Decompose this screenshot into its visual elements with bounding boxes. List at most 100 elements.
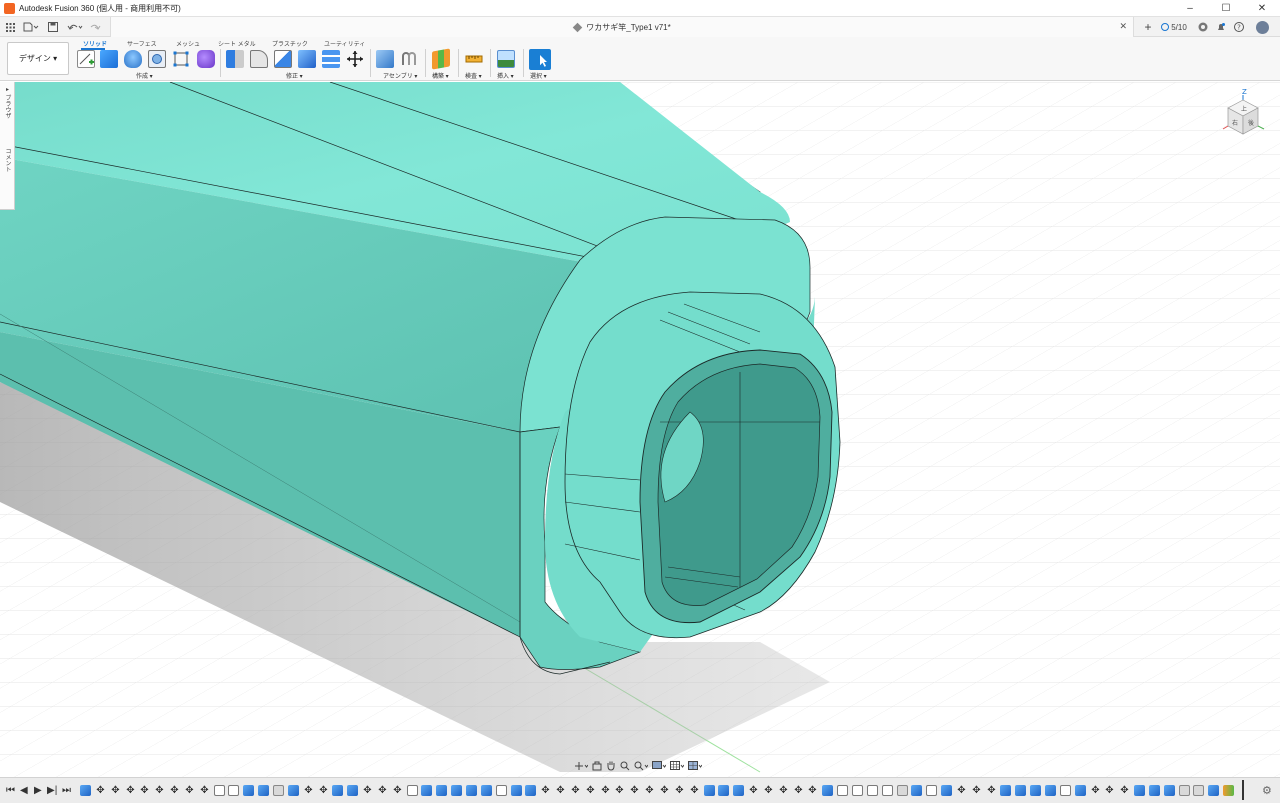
- move-feature-icon[interactable]: ✥: [659, 785, 670, 796]
- move-feature-icon[interactable]: ✥: [1104, 785, 1115, 796]
- extrude-feature-icon[interactable]: [332, 785, 343, 796]
- extrude-feature-icon[interactable]: [1134, 785, 1145, 796]
- grid-settings-icon[interactable]: [669, 760, 685, 771]
- extensions-icon[interactable]: [1196, 19, 1210, 35]
- move-feature-icon[interactable]: ✥: [986, 785, 997, 796]
- split-body-icon[interactable]: [322, 50, 340, 68]
- move-feature-icon[interactable]: ✥: [555, 785, 566, 796]
- sketch-feature-icon[interactable]: [852, 785, 863, 796]
- look-at-icon[interactable]: [591, 760, 603, 771]
- extrude-feature-icon[interactable]: [733, 785, 744, 796]
- tab-solid[interactable]: ソリッド: [83, 39, 107, 48]
- press-pull-icon[interactable]: [226, 50, 244, 68]
- tab-document[interactable]: ワカサギ竿_Type1 v71* ✕: [110, 17, 1134, 37]
- 3d-viewport[interactable]: [0, 82, 1280, 777]
- extrude-icon[interactable]: [100, 50, 118, 68]
- move-feature-icon[interactable]: ✥: [1090, 785, 1101, 796]
- mesh-vertices-icon[interactable]: [172, 50, 190, 68]
- move-feature-icon[interactable]: ✥: [540, 785, 551, 796]
- extrude-feature-icon[interactable]: [80, 785, 91, 796]
- tab-mesh[interactable]: メッシュ: [176, 39, 200, 48]
- move-feature-icon[interactable]: ✥: [169, 785, 180, 796]
- extrude-feature-icon[interactable]: [243, 785, 254, 796]
- browser-label[interactable]: ▸ ブラウザ: [3, 86, 12, 119]
- extrude-feature-icon[interactable]: [1164, 785, 1175, 796]
- close-button[interactable]: ✕: [1244, 0, 1280, 17]
- sketch-feature-icon[interactable]: [228, 785, 239, 796]
- move-feature-icon[interactable]: ✥: [392, 785, 403, 796]
- move-feature-icon[interactable]: ✥: [303, 785, 314, 796]
- move-feature-icon[interactable]: ✥: [600, 785, 611, 796]
- group-modify-label[interactable]: 修正 ▾: [286, 71, 303, 80]
- data-panel-grid-icon[interactable]: [4, 20, 16, 34]
- move-feature-icon[interactable]: ✥: [614, 785, 625, 796]
- extrude-feature-icon[interactable]: [941, 785, 952, 796]
- timeline-settings-gear-icon[interactable]: ⚙: [1262, 784, 1272, 797]
- save-icon[interactable]: [47, 20, 59, 34]
- fillet-icon[interactable]: [250, 50, 268, 68]
- timeline-marker[interactable]: [1242, 780, 1244, 800]
- extrude-feature-icon[interactable]: [911, 785, 922, 796]
- move-feature-icon[interactable]: ✥: [644, 785, 655, 796]
- sketch-feature-icon[interactable]: [407, 785, 418, 796]
- tab-plastic[interactable]: プラスチック: [272, 39, 308, 48]
- new-component-icon[interactable]: [376, 50, 394, 68]
- display-settings-icon[interactable]: [651, 760, 667, 771]
- move-feature-icon[interactable]: ✥: [763, 785, 774, 796]
- group-inspect-label[interactable]: 検査 ▾: [465, 71, 482, 80]
- extrude-feature-icon[interactable]: [511, 785, 522, 796]
- move-feature-icon[interactable]: ✥: [585, 785, 596, 796]
- extrude-feature-icon[interactable]: [1000, 785, 1011, 796]
- close-tab-icon[interactable]: ✕: [1119, 21, 1127, 32]
- new-tab-button[interactable]: +: [1140, 19, 1156, 35]
- extrude-feature-icon[interactable]: [1075, 785, 1086, 796]
- fit-icon[interactable]: [633, 760, 649, 771]
- move-feature-icon[interactable]: ✥: [110, 785, 121, 796]
- move-feature-icon[interactable]: ✥: [184, 785, 195, 796]
- user-avatar[interactable]: [1254, 19, 1270, 35]
- extrude-feature-icon[interactable]: [481, 785, 492, 796]
- create-sketch-icon[interactable]: [77, 50, 95, 68]
- sketch-feature-icon[interactable]: [926, 785, 937, 796]
- extrude-feature-icon[interactable]: [1208, 785, 1219, 796]
- extrude-feature-icon[interactable]: [704, 785, 715, 796]
- timeline-go-start-button[interactable]: ⏮: [6, 785, 15, 796]
- extrude-feature-icon[interactable]: [288, 785, 299, 796]
- workspace-switcher-button[interactable]: デザイン ▾: [7, 42, 69, 75]
- sketch-feature-icon[interactable]: [882, 785, 893, 796]
- extrude-feature-icon[interactable]: [421, 785, 432, 796]
- move-feature-icon[interactable]: ✥: [199, 785, 210, 796]
- surface-patch-icon[interactable]: [148, 50, 166, 68]
- move-feature-icon[interactable]: ✥: [377, 785, 388, 796]
- group-select-label[interactable]: 選択 ▾: [530, 71, 547, 80]
- group-construct-label[interactable]: 構築 ▾: [432, 71, 449, 80]
- move-feature-icon[interactable]: ✥: [1119, 785, 1130, 796]
- move-feature-icon[interactable]: ✥: [318, 785, 329, 796]
- job-status-button[interactable]: 5/10: [1160, 19, 1188, 35]
- move-feature-icon[interactable]: ✥: [154, 785, 165, 796]
- move-copy-icon[interactable]: [346, 50, 364, 68]
- extrude-feature-icon[interactable]: [451, 785, 462, 796]
- extrude-feature-icon[interactable]: [347, 785, 358, 796]
- move-feature-icon[interactable]: ✥: [674, 785, 685, 796]
- viewports-icon[interactable]: [687, 760, 703, 771]
- insert-image-icon[interactable]: [497, 50, 515, 68]
- revolve-icon[interactable]: [124, 50, 142, 68]
- extrude-feature-icon[interactable]: [822, 785, 833, 796]
- zoom-icon[interactable]: [619, 760, 631, 771]
- select-cursor-icon[interactable]: [529, 49, 551, 70]
- notifications-bell-icon[interactable]: [1214, 19, 1228, 35]
- extrude-feature-icon[interactable]: [718, 785, 729, 796]
- extrude-feature-icon[interactable]: [1045, 785, 1056, 796]
- move-feature-icon[interactable]: ✥: [570, 785, 581, 796]
- fillet-feature-icon[interactable]: [1179, 785, 1190, 796]
- help-icon[interactable]: ?: [1232, 19, 1246, 35]
- move-feature-icon[interactable]: ✥: [689, 785, 700, 796]
- move-feature-icon[interactable]: ✥: [748, 785, 759, 796]
- measure-icon[interactable]: [465, 50, 483, 68]
- extrude-feature-icon[interactable]: [258, 785, 269, 796]
- model-canvas[interactable]: [0, 82, 1280, 777]
- chamfer-icon[interactable]: [274, 50, 292, 68]
- extrude-feature-icon[interactable]: [1015, 785, 1026, 796]
- form-icon[interactable]: [197, 50, 215, 68]
